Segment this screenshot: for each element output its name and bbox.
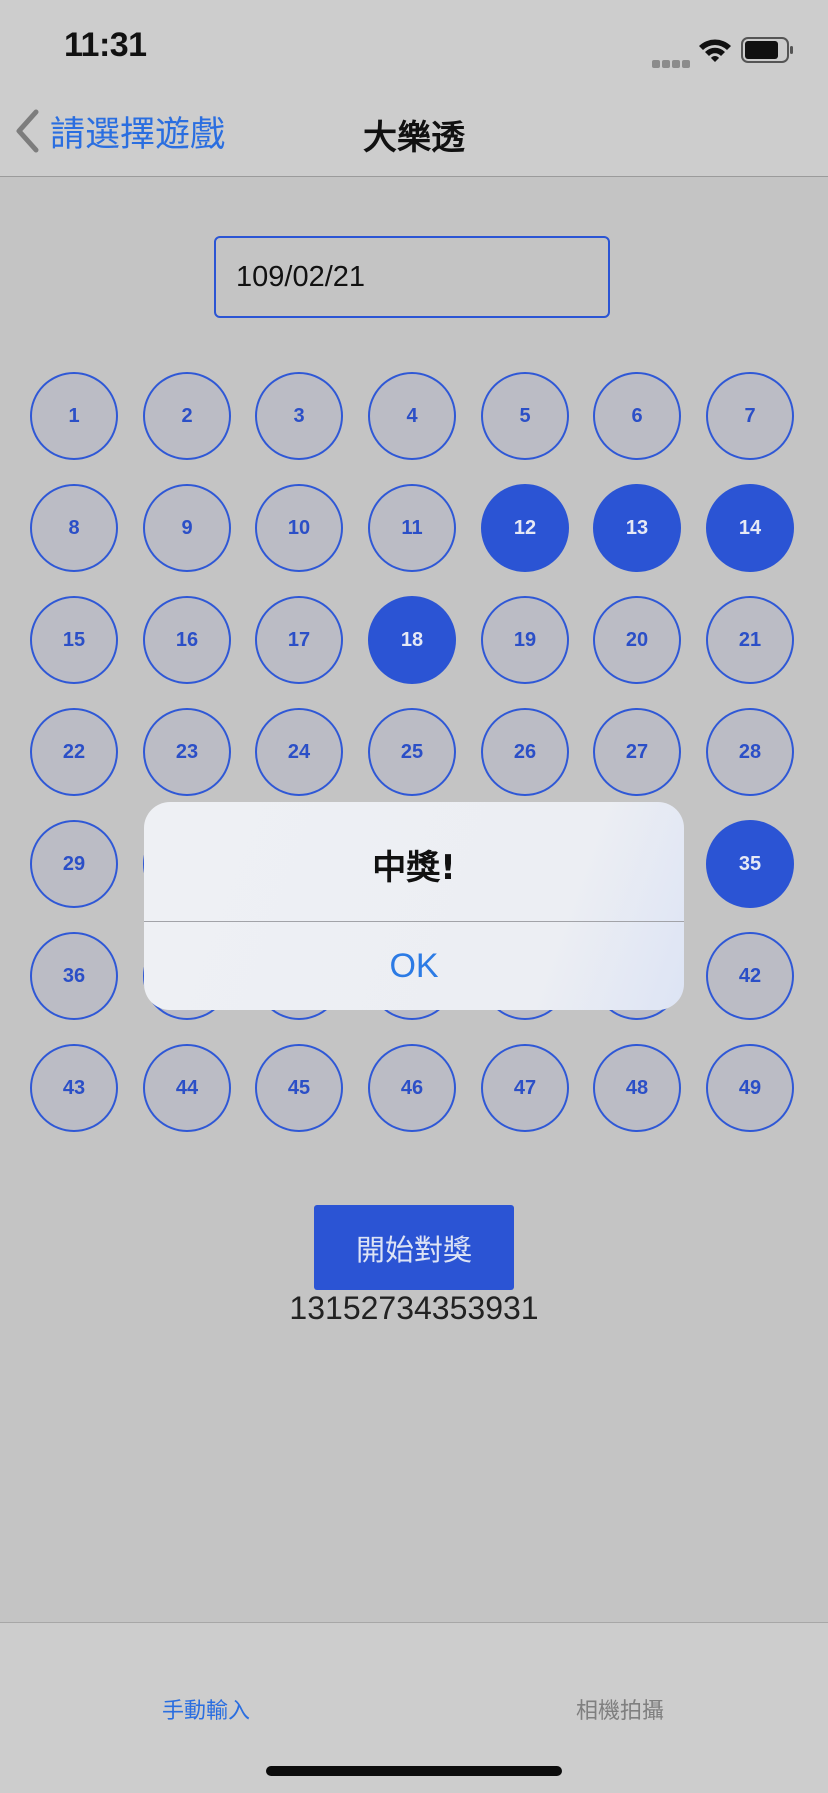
number-ball[interactable]: 22 <box>30 708 118 796</box>
number-ball[interactable]: 5 <box>481 372 569 460</box>
alert-title: 中獎! <box>372 848 456 888</box>
number-ball[interactable]: 35 <box>706 820 794 908</box>
cellular-signal-icon <box>652 53 692 72</box>
number-ball[interactable]: 28 <box>706 708 794 796</box>
number-ball[interactable]: 2 <box>143 372 231 460</box>
tab-manual-input[interactable]: 手動輸入 <box>162 1693 250 1725</box>
wifi-icon <box>699 39 731 62</box>
navigation-bar: 請選擇遊戲 大樂透 <box>0 88 828 177</box>
number-ball[interactable]: 48 <box>593 1044 681 1132</box>
number-ball[interactable]: 13 <box>593 484 681 572</box>
number-ball[interactable]: 14 <box>706 484 794 572</box>
number-ball[interactable]: 1 <box>30 372 118 460</box>
number-ball[interactable]: 45 <box>255 1044 343 1132</box>
home-indicator <box>266 1766 562 1776</box>
number-ball[interactable]: 6 <box>593 372 681 460</box>
number-ball[interactable]: 20 <box>593 596 681 684</box>
date-field[interactable] <box>214 236 610 318</box>
number-ball[interactable]: 7 <box>706 372 794 460</box>
number-ball[interactable]: 36 <box>30 932 118 1020</box>
number-ball[interactable]: 19 <box>481 596 569 684</box>
tab-camera-capture[interactable]: 相機拍攝 <box>576 1693 664 1725</box>
number-ball[interactable]: 12 <box>481 484 569 572</box>
battery-icon <box>741 37 793 63</box>
number-ball[interactable]: 4 <box>368 372 456 460</box>
number-ball[interactable]: 24 <box>255 708 343 796</box>
number-ball[interactable]: 29 <box>30 820 118 908</box>
page-title: 大樂透 <box>363 118 465 158</box>
number-ball[interactable]: 47 <box>481 1044 569 1132</box>
number-ball[interactable]: 42 <box>706 932 794 1020</box>
number-ball[interactable]: 49 <box>706 1044 794 1132</box>
number-ball[interactable]: 10 <box>255 484 343 572</box>
number-ball[interactable]: 15 <box>30 596 118 684</box>
status-time: 11:31 <box>64 26 147 64</box>
number-ball[interactable]: 23 <box>143 708 231 796</box>
number-ball[interactable]: 25 <box>368 708 456 796</box>
number-ball[interactable]: 46 <box>368 1044 456 1132</box>
number-ball[interactable]: 16 <box>143 596 231 684</box>
number-ball[interactable]: 27 <box>593 708 681 796</box>
number-ball[interactable]: 8 <box>30 484 118 572</box>
alert-ok-button[interactable]: OK <box>144 922 684 1010</box>
number-ball[interactable]: 44 <box>143 1044 231 1132</box>
win-alert-dialog: 中獎! OK <box>144 802 684 1010</box>
start-check-button[interactable]: 開始對獎 <box>314 1205 514 1290</box>
number-ball[interactable]: 3 <box>255 372 343 460</box>
number-ball[interactable]: 11 <box>368 484 456 572</box>
result-number: 13152734353931 <box>289 1290 539 1326</box>
number-ball[interactable]: 43 <box>30 1044 118 1132</box>
number-ball[interactable]: 26 <box>481 708 569 796</box>
number-ball[interactable]: 17 <box>255 596 343 684</box>
status-bar: 11:31 <box>0 0 828 88</box>
number-ball[interactable]: 9 <box>143 484 231 572</box>
number-ball[interactable]: 18 <box>368 596 456 684</box>
number-ball[interactable]: 21 <box>706 596 794 684</box>
